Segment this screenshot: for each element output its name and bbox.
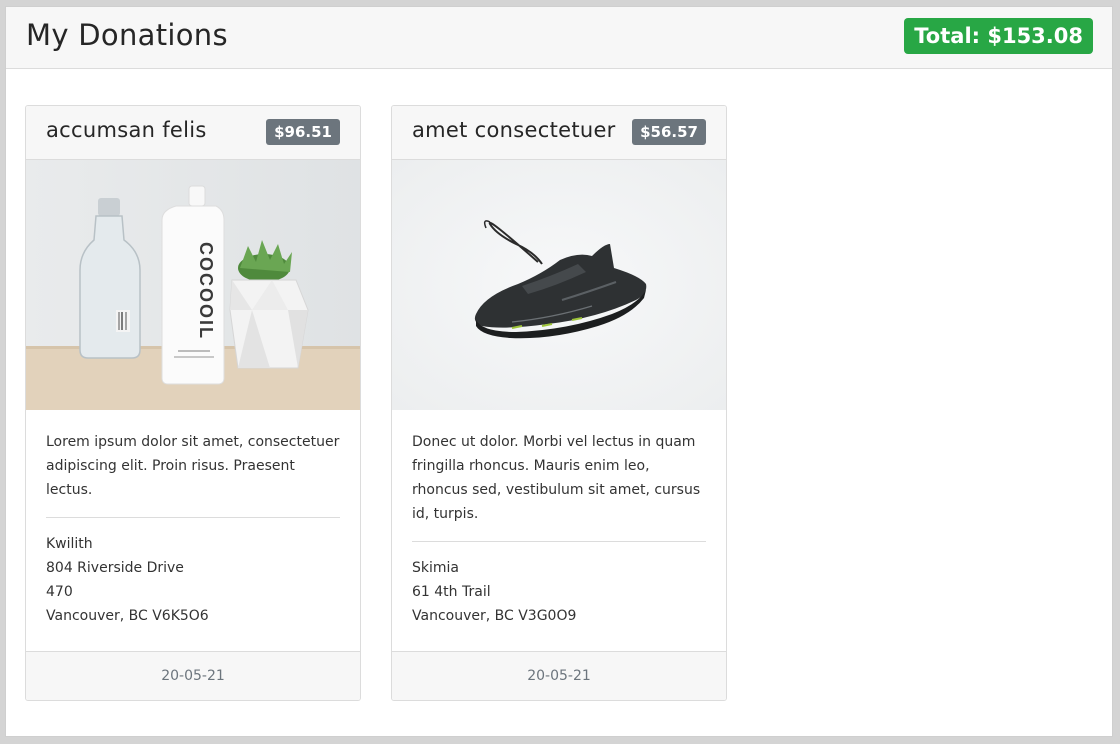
sneaker-product-image [392, 160, 726, 410]
donation-card: accumsan felis $96.51 COCOOIL Lorem ipsu… [25, 105, 361, 701]
price-badge: $56.57 [632, 119, 706, 145]
page-title: My Donations [26, 18, 228, 52]
divider [412, 541, 706, 542]
card-footer-date: 20-05-21 [26, 651, 360, 700]
donation-title: amet consectetuer [412, 118, 616, 142]
cosmetics-product-image: COCOOIL [26, 160, 360, 410]
divider [46, 517, 340, 518]
donation-description: Donec ut dolor. Morbi vel lectus in quam… [412, 434, 701, 522]
address-line: Kwilith [46, 536, 93, 552]
svg-text:COCOOIL: COCOOIL [196, 242, 216, 340]
address-line: 470 [46, 584, 73, 600]
address-line: Vancouver, BC V3G0O9 [412, 608, 577, 624]
card-header: accumsan felis $96.51 [26, 106, 360, 160]
address-line: 61 4th Trail [412, 584, 491, 600]
donation-card: amet consectetuer $56.57 Donec ut dolor.… [391, 105, 727, 701]
donations-panel: My Donations Total: $153.08 accumsan fel… [5, 6, 1113, 737]
donation-title: accumsan felis [46, 118, 207, 142]
address-line: Skimia [412, 560, 459, 576]
donation-description: Lorem ipsum dolor sit amet, consectetuer… [46, 434, 340, 498]
card-header: amet consectetuer $56.57 [392, 106, 726, 160]
address-line: 804 Riverside Drive [46, 560, 184, 576]
card-footer-date: 20-05-21 [392, 651, 726, 700]
card-body: Donec ut dolor. Morbi vel lectus in quam… [392, 410, 726, 628]
address-line: Vancouver, BC V6K5O6 [46, 608, 209, 624]
card-body: Lorem ipsum dolor sit amet, consectetuer… [26, 410, 360, 628]
total-badge: Total: $153.08 [904, 18, 1093, 54]
price-badge: $96.51 [266, 119, 340, 145]
panel-header: My Donations Total: $153.08 [6, 7, 1112, 69]
